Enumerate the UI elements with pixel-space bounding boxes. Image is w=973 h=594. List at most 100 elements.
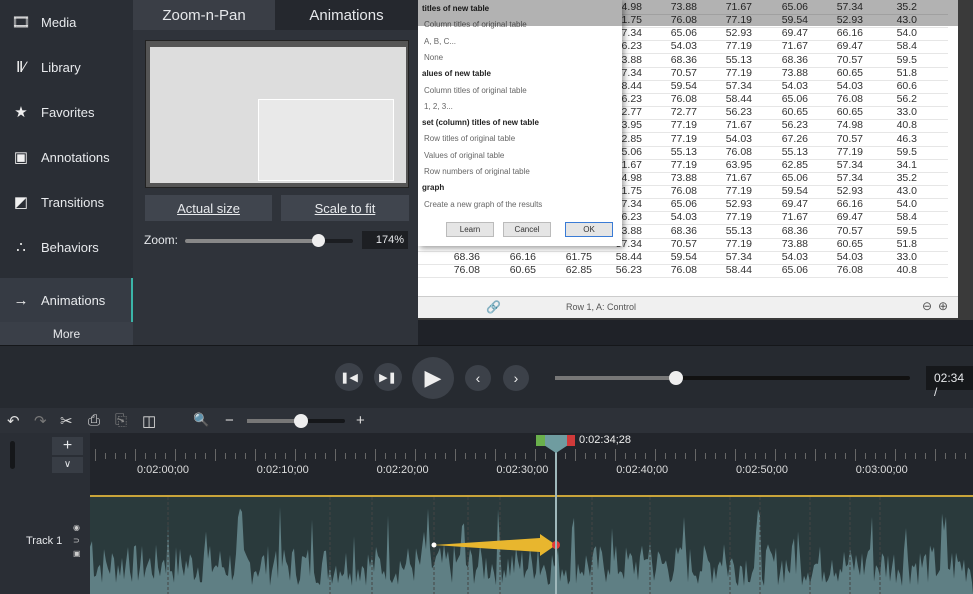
ruler-tick: [295, 449, 296, 461]
table-cell: 70.57: [670, 237, 697, 250]
ruler-tick: [185, 453, 186, 459]
table-cell: 73.88: [670, 171, 697, 184]
zoom-preview-thumbnail[interactable]: [145, 40, 409, 188]
table-cell: 40.8: [896, 264, 917, 276]
selection-start-handle[interactable]: [536, 435, 546, 446]
magnet-icon: ⊃: [73, 536, 80, 545]
ruler-tick: [435, 453, 436, 459]
zoom-out-icon: ⊖: [922, 299, 933, 313]
timeline-ruler[interactable]: 0:02:00;00 0:02:10;00 0:02:20;00 0:02:30;00…: [90, 433, 973, 495]
table-cell: 34.1: [896, 158, 917, 171]
sidebar-item-label: Transitions: [41, 194, 105, 210]
more-button[interactable]: More: [0, 322, 133, 345]
link-icon: 🔗: [486, 300, 501, 314]
dialog-option: A, B, C...: [424, 36, 457, 46]
table-cell: 62.85: [565, 264, 592, 276]
zoom-frame[interactable]: [258, 99, 394, 181]
table-cell: 59.54: [670, 79, 697, 92]
dialog-option: None: [424, 52, 444, 62]
next-frame-button[interactable]: ▶❚: [374, 363, 402, 391]
learn-button: Learn: [446, 222, 494, 237]
track-1[interactable]: [90, 495, 973, 594]
table-cell: 52.93: [725, 27, 752, 40]
table-cell: 58.4: [896, 211, 917, 224]
table-cell: 60.65: [836, 237, 863, 250]
chevron-down-icon[interactable]: ∨: [52, 457, 83, 473]
table-cell: 58.44: [725, 93, 752, 106]
table-cell: 70.57: [670, 66, 697, 79]
table-cell: 33.0: [896, 106, 917, 119]
track-header: + ∨ Track 1 ◉ ⊃ ▣: [0, 433, 90, 594]
add-track-button[interactable]: +: [52, 437, 83, 455]
chevron-left-icon: ‹: [475, 370, 481, 386]
tab-animations[interactable]: Animations: [275, 0, 418, 30]
selection-end-handle[interactable]: [566, 435, 575, 446]
ruler-tick: [855, 449, 856, 461]
paste-icon[interactable]: ⎘: [115, 412, 127, 429]
ruler-tick: [675, 453, 676, 459]
timeline-zoom-slider[interactable]: [247, 414, 345, 428]
table-cell: 72.77: [670, 106, 697, 119]
zoom-value-input[interactable]: 174%: [362, 231, 408, 249]
table-cell: 60.65: [781, 106, 808, 119]
ruler-tick: [775, 449, 776, 461]
sidebar-item-label: Behaviors: [41, 239, 99, 255]
zoom-in-button[interactable]: +: [356, 412, 365, 429]
scale-to-fit-button[interactable]: Scale to fit: [281, 195, 409, 221]
sidebar-item-media[interactable]: 🎞 Media: [0, 0, 133, 44]
ruler-tick: [165, 453, 166, 459]
ruler-tick: [765, 453, 766, 459]
table-cell: 71.67: [781, 40, 808, 53]
tab-zoom-n-pan[interactable]: Zoom-n-Pan: [133, 0, 275, 30]
copy-icon[interactable]: ⎙: [88, 412, 100, 429]
ruler-tick: [485, 453, 486, 459]
next-button[interactable]: ›: [503, 365, 529, 391]
sidebar-item-annotations[interactable]: ▣ Annotations: [0, 135, 133, 179]
zoom-slider[interactable]: [185, 234, 353, 247]
playback-scrubber[interactable]: [555, 371, 910, 385]
actual-size-button[interactable]: Actual size: [145, 195, 272, 221]
table-cell: 66.16: [836, 27, 863, 40]
previous-button[interactable]: ‹: [465, 365, 491, 391]
ruler-tick: [905, 453, 906, 459]
track-height-slider[interactable]: [10, 441, 15, 469]
sidebar-item-transitions[interactable]: ◩ Transitions: [0, 180, 133, 224]
sidebar-item-behaviors[interactable]: ∴ Behaviors: [0, 225, 133, 269]
split-icon[interactable]: ◫: [142, 412, 156, 430]
table-cell: 54.0: [896, 198, 917, 211]
arrow-shape: [434, 534, 556, 556]
track-controls[interactable]: ◉ ⊃ ▣: [73, 521, 83, 560]
sidebar-item-animations[interactable]: → Animations: [0, 278, 133, 322]
table-cell: 77.19: [670, 158, 697, 171]
undo-icon[interactable]: ↶: [7, 412, 20, 430]
animation-arrow[interactable]: [90, 497, 973, 594]
ruler-tick: [95, 449, 96, 461]
table-cell: 71.67: [781, 211, 808, 224]
table-cell: 76.08: [670, 264, 697, 276]
table-cell: 63.95: [725, 158, 752, 171]
table-cell: 56.23: [615, 264, 642, 276]
table-cell: 56.23: [781, 119, 808, 132]
ruler-label: 0:02:00;00: [137, 464, 189, 476]
ruler-tick: [645, 453, 646, 459]
canvas-preview[interactable]: 74.98 73.88 71.67 65.06 57.34 35.2 61.75 76.08 7…: [418, 0, 973, 320]
ruler-tick: [835, 453, 836, 459]
zoom-out-button[interactable]: −: [225, 412, 234, 429]
play-button[interactable]: ▶: [412, 357, 454, 399]
table-cell: 71.67: [725, 119, 752, 132]
table-cell: 65.06: [670, 198, 697, 211]
sidebar-item-favorites[interactable]: ★ Favorites: [0, 90, 133, 134]
sidebar-item-label: Media: [41, 14, 77, 30]
sidebar-item-library[interactable]: Ⅱ∕ Library: [0, 45, 133, 89]
dialog-option: alues of new table: [422, 69, 491, 79]
ruler-tick: [825, 453, 826, 459]
table-cell: 54.03: [836, 79, 863, 92]
table-cell: 52.93: [836, 185, 863, 198]
table-cell: 56.2: [896, 93, 917, 106]
ruler-tick: [195, 453, 196, 459]
previous-marker-button[interactable]: ❚◀: [335, 363, 363, 391]
ruler-tick: [245, 453, 246, 459]
ruler-tick: [465, 453, 466, 459]
redo-icon[interactable]: ↷: [34, 412, 47, 430]
cut-icon[interactable]: ✂: [60, 412, 73, 430]
